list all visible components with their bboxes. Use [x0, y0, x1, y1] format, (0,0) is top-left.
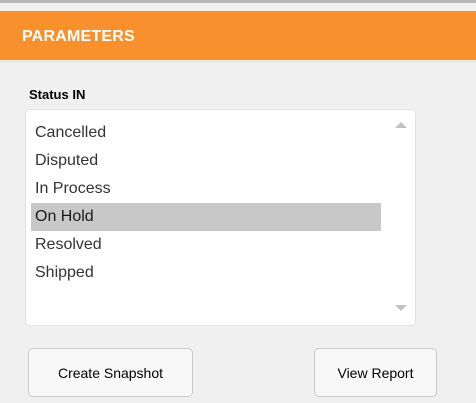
status-filter-label: Status IN [29, 87, 86, 102]
status-option[interactable]: Shipped [31, 259, 381, 287]
view-report-button[interactable]: View Report [314, 348, 437, 397]
top-divider [0, 0, 476, 11]
status-option[interactable]: On Hold [31, 203, 381, 231]
status-option[interactable]: Cancelled [31, 119, 381, 147]
status-option[interactable]: In Process [31, 175, 381, 203]
listbox-scrollbar[interactable] [387, 110, 415, 325]
status-option[interactable]: Resolved [31, 231, 381, 259]
create-snapshot-button[interactable]: Create Snapshot [28, 348, 193, 397]
status-option[interactable]: Disputed [31, 147, 381, 175]
status-options: Cancelled Disputed In Process On Hold Re… [31, 119, 381, 287]
scroll-up-icon[interactable] [395, 122, 407, 128]
scroll-down-icon[interactable] [395, 305, 407, 311]
status-listbox[interactable]: Cancelled Disputed In Process On Hold Re… [26, 110, 415, 325]
panel-title: PARAMETERS [22, 28, 135, 45]
parameters-header: PARAMETERS [0, 11, 476, 63]
